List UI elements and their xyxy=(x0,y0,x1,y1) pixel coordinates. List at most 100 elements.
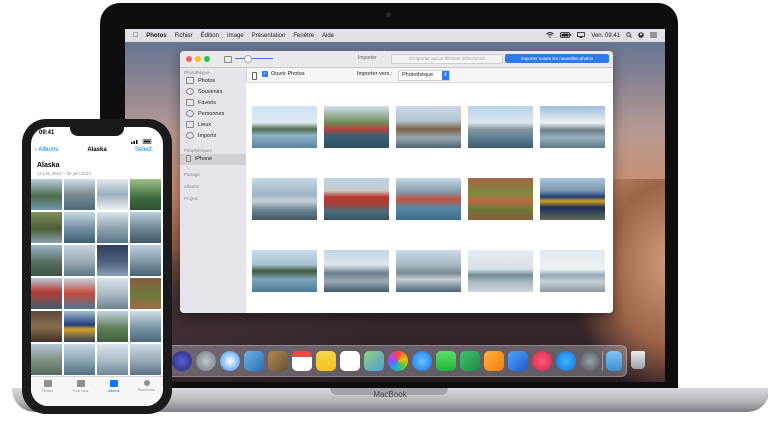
photo-thumbnail[interactable] xyxy=(396,250,461,292)
wifi-icon[interactable] xyxy=(546,31,555,40)
sidebar-item-places[interactable]: Lieux xyxy=(186,120,211,131)
photo-thumbnail[interactable] xyxy=(468,106,533,148)
photo-tile[interactable] xyxy=(130,179,161,210)
import-all-button[interactable]: Importer toutes les nouvelles photos xyxy=(505,54,609,63)
photo-tile[interactable] xyxy=(97,344,128,375)
photo-thumbnail[interactable] xyxy=(468,178,533,220)
sidebar-toggle-icon[interactable] xyxy=(224,56,232,63)
music-icon[interactable] xyxy=(532,351,552,371)
zoom-window-icon[interactable] xyxy=(204,56,210,62)
photo-thumbnail[interactable] xyxy=(324,178,389,220)
menu-app-photos[interactable]: Photos xyxy=(146,33,166,39)
photo-tile[interactable] xyxy=(64,311,95,342)
user-icon[interactable] xyxy=(638,31,644,40)
notes-icon[interactable] xyxy=(316,351,336,371)
photo-tile[interactable] xyxy=(64,245,95,276)
sidebar-item-memories[interactable]: Souvenirs xyxy=(186,87,222,98)
sidebar-item-favorites[interactable]: Favoris xyxy=(186,98,216,109)
photos-app-icon[interactable] xyxy=(388,351,408,371)
sidebar-header-projects[interactable]: Projets xyxy=(184,196,198,201)
photo-tile[interactable] xyxy=(31,278,62,309)
menu-window[interactable]: Fenêtre xyxy=(293,33,314,39)
sidebar-item-photos[interactable]: Photos xyxy=(186,76,215,87)
system-preferences-icon[interactable] xyxy=(580,351,600,371)
open-photos-checkbox[interactable]: ✓ xyxy=(262,71,268,77)
zoom-slider-knob[interactable] xyxy=(244,55,252,63)
import-selected-button[interactable]: N'importer aucun élément sélectionné xyxy=(391,54,503,64)
menu-edit[interactable]: Édition xyxy=(201,33,219,39)
tab-for-you[interactable]: Pour vous xyxy=(64,380,97,393)
zoom-slider[interactable] xyxy=(235,58,273,59)
photo-tile[interactable] xyxy=(97,245,128,276)
launchpad-icon[interactable] xyxy=(196,351,216,371)
photo-tile[interactable] xyxy=(130,212,161,243)
facetime-icon[interactable] xyxy=(436,351,456,371)
messages-icon[interactable] xyxy=(412,351,432,371)
sidebar-item-imports[interactable]: Imports xyxy=(186,131,216,142)
sidebar-header-shared[interactable]: Partagé xyxy=(184,172,200,177)
photo-thumbnail[interactable] xyxy=(540,250,605,292)
numbers-icon[interactable] xyxy=(460,351,480,371)
reminders-icon[interactable] xyxy=(340,351,360,371)
folder-icon[interactable] xyxy=(606,351,622,371)
photo-tile[interactable] xyxy=(97,179,128,210)
trash-icon[interactable] xyxy=(631,351,645,369)
photo-thumbnail[interactable] xyxy=(324,106,389,148)
maps-icon[interactable] xyxy=(364,351,384,371)
photo-tile[interactable] xyxy=(130,278,161,309)
sidebar-item-iphone[interactable]: iPhone xyxy=(180,154,246,165)
back-to-albums-button[interactable]: ‹ Albums xyxy=(35,147,58,153)
minimize-window-icon[interactable] xyxy=(195,56,201,62)
photo-tile[interactable] xyxy=(97,311,128,342)
mail-icon[interactable] xyxy=(244,351,264,371)
photo-thumbnail[interactable] xyxy=(396,178,461,220)
photo-thumbnail[interactable] xyxy=(540,106,605,148)
photo-tile[interactable] xyxy=(130,245,161,276)
photo-thumbnail[interactable] xyxy=(468,250,533,292)
photo-tile[interactable] xyxy=(130,344,161,375)
photo-thumbnail[interactable] xyxy=(396,106,461,148)
photo-thumbnail[interactable] xyxy=(252,250,317,292)
photo-thumbnail[interactable] xyxy=(540,178,605,220)
tab-photos[interactable]: Photos xyxy=(31,380,64,393)
close-window-icon[interactable] xyxy=(186,56,192,62)
battery-icon[interactable] xyxy=(560,31,572,40)
tab-search[interactable]: Recherche xyxy=(130,380,163,392)
photo-tile[interactable] xyxy=(31,344,62,375)
photo-tile[interactable] xyxy=(64,179,95,210)
pages-icon[interactable] xyxy=(484,351,504,371)
photo-tile[interactable] xyxy=(64,278,95,309)
photo-tile[interactable] xyxy=(97,278,128,309)
siri-icon[interactable] xyxy=(172,351,192,371)
menu-view[interactable]: Présentation xyxy=(252,33,286,39)
menu-file[interactable]: Fichier xyxy=(175,33,193,39)
photo-tile[interactable] xyxy=(64,212,95,243)
airplay-icon[interactable] xyxy=(577,31,586,40)
tab-albums[interactable]: Albums xyxy=(97,380,130,393)
apple-menu-icon[interactable]:  xyxy=(133,32,138,39)
photo-thumbnail[interactable] xyxy=(324,250,389,292)
sidebar-item-people[interactable]: Personnes xyxy=(186,109,224,120)
photo-tile[interactable] xyxy=(130,311,161,342)
menu-help[interactable]: Aide xyxy=(322,33,334,39)
safari-icon[interactable] xyxy=(220,351,240,371)
photo-tile[interactable] xyxy=(64,344,95,375)
photo-thumbnail[interactable] xyxy=(252,106,317,148)
keynote-icon[interactable] xyxy=(508,351,528,371)
photo-tile[interactable] xyxy=(31,212,62,243)
photo-tile[interactable] xyxy=(97,212,128,243)
menu-clock[interactable]: Ven. 09:41 xyxy=(591,33,620,39)
import-to-select[interactable]: Photothèque ⇕ xyxy=(398,70,450,81)
sidebar-header-albums[interactable]: Albums xyxy=(184,184,199,189)
select-button[interactable]: Sélect. xyxy=(135,147,153,153)
photo-tile[interactable] xyxy=(31,311,62,342)
app-store-icon[interactable] xyxy=(556,351,576,371)
contacts-icon[interactable] xyxy=(268,351,288,371)
calendar-icon[interactable] xyxy=(292,351,312,371)
menu-list-icon[interactable] xyxy=(650,32,657,40)
photo-thumbnail[interactable] xyxy=(252,178,317,220)
menu-image[interactable]: Image xyxy=(227,33,244,39)
spotlight-icon[interactable] xyxy=(626,31,632,40)
photo-tile[interactable] xyxy=(31,179,62,210)
photo-tile[interactable] xyxy=(31,245,62,276)
